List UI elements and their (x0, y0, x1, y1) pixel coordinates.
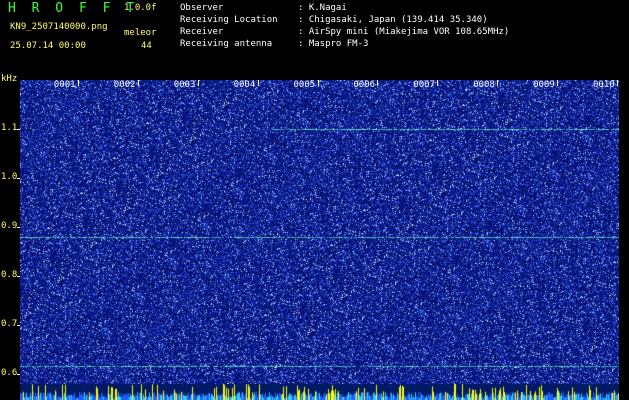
segment-separator (197, 80, 199, 86)
spectrogram-canvas (20, 80, 619, 384)
signal-strength-strip (20, 384, 619, 400)
segment-label: 0008 (473, 80, 495, 90)
segment-label: 0001 (53, 80, 76, 90)
segment-separator (557, 80, 559, 86)
version-label: 1.0.0f (124, 3, 157, 13)
y-label: 0.7 (1, 319, 18, 330)
segment-label: 0005 (293, 80, 316, 90)
y-label: 1.1 (1, 123, 18, 134)
meta-value: : Chigasaki, Japan (139.414 35.340) (298, 15, 488, 25)
signal-strip-canvas (20, 384, 619, 400)
meta-key: Receiving antenna (180, 39, 273, 49)
segment-label: 0009 (533, 80, 555, 90)
file-name: KN9_2507140000.png (10, 22, 108, 32)
header-panel: H R O F F T 1.0.0f KN9_2507140000.png me… (0, 0, 629, 74)
meta-value: : Maspro FM-3 (298, 39, 369, 49)
segment-separator (317, 80, 319, 86)
meta-row-location: Receiving Location : Chigasaki, Japan (13… (180, 15, 488, 26)
meta-key: Receiving Location (180, 15, 278, 25)
meta-row-observer: Observer : K.Nagai (180, 3, 347, 14)
count-label: 44 (141, 41, 152, 51)
segment-label: 0006 (353, 80, 376, 90)
segment-separator (137, 80, 139, 86)
date-label: 25.07.14 00:00 (10, 41, 86, 51)
y-label: 1.0 (1, 172, 18, 183)
y-label: 0.6 (1, 368, 18, 379)
unit-label: meleor (124, 28, 157, 38)
segment-label: 0002 (113, 80, 136, 90)
segment-separator (77, 80, 79, 86)
segment-separator (437, 80, 439, 86)
meta-key: Observer (180, 3, 224, 13)
segment-label: 0004 (233, 80, 256, 90)
meta-row-antenna: Receiving antenna : Maspro FM-3 (180, 39, 368, 50)
meta-value: : K.Nagai (298, 3, 347, 13)
y-label: 0.8 (1, 270, 18, 281)
axis-unit-label: kHz (1, 74, 18, 84)
segment-label: 0003 (173, 80, 196, 90)
spectrogram-plot (20, 80, 619, 384)
segment-separator (377, 80, 379, 86)
meta-value: : AirSpy mini (Miakejima VOR 108.65MHz) (298, 27, 510, 37)
app-title: H R O F F T (8, 1, 139, 16)
segment-separator (257, 80, 259, 86)
meta-row-receiver: Receiver : AirSpy mini (Miakejima VOR 108… (180, 27, 509, 38)
y-label: 0.9 (1, 221, 18, 232)
segment-separator (497, 80, 499, 86)
segment-label: 0010 (593, 80, 615, 90)
segment-label: 0007 (413, 80, 435, 90)
segment-separator (617, 80, 618, 86)
meta-key: Receiver (180, 27, 224, 37)
